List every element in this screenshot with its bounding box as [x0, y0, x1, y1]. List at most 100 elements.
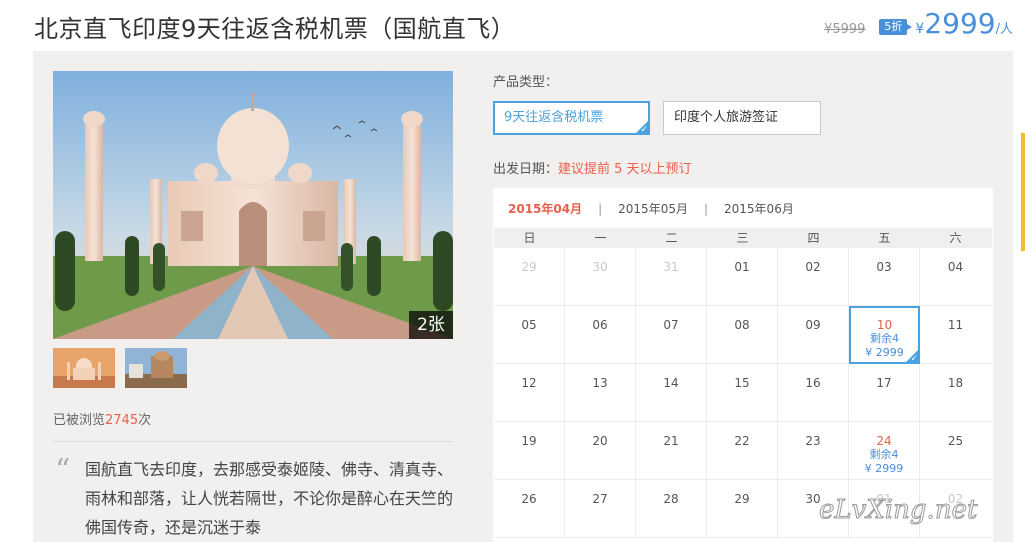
weekday-fri: 五 — [878, 231, 891, 245]
calendar-day: 26 — [494, 480, 565, 538]
calendar-day: 18 — [920, 364, 991, 422]
weekday-wed: 三 — [736, 231, 749, 245]
calendar-day-available[interactable]: 24 剩余4 ¥ 2999 — [849, 422, 920, 480]
check-icon: ✓ — [905, 349, 919, 364]
view-count-prefix: 已被浏览 — [53, 413, 106, 428]
day-number: 04 — [947, 260, 964, 274]
day-number: 07 — [663, 318, 679, 332]
calendar-day: 12 — [494, 364, 565, 422]
calendar-day: 05 — [494, 306, 565, 364]
calendar-day: 22 — [707, 422, 778, 480]
day-number: 09 — [805, 318, 821, 332]
departure-date-label: 出发日期：建议提前 5 天以上预订 — [493, 158, 692, 177]
product-panel: 2张 已被浏览2745次 “ 国航直飞去印度，去那感受泰姬陵、佛寺、清真寺、雨林… — [33, 51, 1013, 542]
view-count-number: 2745 — [105, 413, 139, 428]
calendar-day: 13 — [565, 364, 636, 422]
day-number: 28 — [663, 492, 679, 506]
weekday-header: 日 一 二 三 四 五 六 — [494, 228, 992, 248]
calendar-day: 01 — [707, 248, 778, 306]
currency-symbol: ¥ — [915, 21, 925, 37]
day-number: 02 — [805, 260, 821, 274]
calendar-day: 04 — [920, 248, 991, 306]
day-number: 29 — [734, 492, 750, 506]
departure-label: 出发日期： — [493, 162, 559, 177]
day-number: 18 — [947, 376, 964, 390]
weekday-thu: 四 — [807, 231, 820, 245]
svg-text:eLvXing.net: eLvXing.net — [819, 495, 978, 525]
view-count: 已被浏览2745次 — [53, 409, 151, 428]
tab-month-2015-06[interactable]: 2015年06月 — [724, 200, 794, 217]
discount-badge: 5折 — [879, 19, 913, 35]
site-watermark-logo: eLvXing.net — [819, 495, 979, 526]
thumbnail-2[interactable] — [125, 348, 187, 388]
calendar-day: 06 — [565, 306, 636, 364]
day-number: 01 — [734, 260, 750, 274]
calendar-day: 23 — [778, 422, 849, 480]
weekday-sat: 六 — [949, 231, 962, 245]
month-separator: | — [703, 201, 709, 216]
booking-hint: 建议提前 5 天以上预订 — [558, 162, 692, 177]
day-number: 05 — [521, 318, 537, 332]
thumbnail-1-image — [53, 348, 115, 388]
calendar-day: 25 — [920, 422, 991, 480]
thumbnail-2-image — [125, 348, 187, 388]
day-number: 08 — [734, 318, 750, 332]
calendar-day: 16 — [778, 364, 849, 422]
page-title: 北京直飞印度9天往返含税机票（国航直飞） — [34, 15, 516, 43]
calendar-day: 11 — [920, 306, 991, 364]
day-number: 17 — [876, 376, 892, 390]
calendar-day: 09 — [778, 306, 849, 364]
day-number: 11 — [947, 318, 964, 332]
day-number: 14 — [663, 376, 679, 390]
calendar-day: 07 — [636, 306, 707, 364]
calendar-day: 21 — [636, 422, 707, 480]
calendar-day: 15 — [707, 364, 778, 422]
main-photo[interactable]: 2张 — [53, 71, 453, 339]
day-number: 15 — [734, 376, 750, 390]
calendar-day-available[interactable]: 10 剩余4 ¥ 2999 ✓ — [849, 306, 920, 364]
quote-icon: “ — [55, 453, 71, 488]
day-number: 12 — [521, 376, 537, 390]
option-visa[interactable]: 印度个人旅游签证 — [663, 101, 821, 135]
day-number: 13 — [592, 376, 608, 390]
calendar-day: 14 — [636, 364, 707, 422]
calendar-day: 30 — [565, 248, 636, 306]
day-number: 25 — [947, 434, 964, 448]
calendar-day: 02 — [778, 248, 849, 306]
month-separator: | — [598, 201, 603, 216]
day-number: 21 — [663, 434, 679, 448]
day-number: 03 — [876, 260, 892, 274]
day-number: 26 — [521, 492, 537, 506]
day-number: 06 — [592, 318, 608, 332]
price-unit: /人 — [995, 22, 1013, 37]
taj-mahal-photo — [53, 71, 453, 339]
calendar-day: 31 — [636, 248, 707, 306]
thumbnail-1[interactable] — [53, 348, 115, 388]
day-number: 29 — [521, 260, 537, 274]
original-price: ¥5999 — [824, 22, 866, 37]
price-area: ¥5999 5折 ¥ 2999 /人 — [824, 10, 1013, 42]
month-tabs: 2015年04月 | 2015年05月 | 2015年06月 — [508, 200, 794, 217]
calendar-day: 03 — [849, 248, 920, 306]
calendar-day: 19 — [494, 422, 565, 480]
day-number: 27 — [592, 492, 608, 506]
day-number: 31 — [663, 260, 679, 274]
weekday-sun: 日 — [523, 231, 536, 245]
weekday-tue: 二 — [665, 231, 678, 245]
day-number: 24 — [876, 434, 892, 448]
day-number: 22 — [734, 434, 750, 448]
option-round-trip-ticket[interactable]: 9天往返含税机票 ✓ — [493, 101, 650, 135]
tab-month-2015-04[interactable]: 2015年04月 — [508, 200, 582, 217]
tab-month-2015-05[interactable]: 2015年05月 — [618, 200, 688, 217]
day-number: 10 — [876, 318, 893, 332]
divider — [53, 441, 453, 442]
remaining-seats: 剩余4 — [870, 332, 899, 345]
sale-price: 2999 — [924, 7, 996, 40]
calendar-day: 29 — [707, 480, 778, 538]
check-icon: ✓ — [635, 120, 649, 135]
option-label: 9天往返含税机票 — [504, 110, 604, 125]
option-label: 印度个人旅游签证 — [674, 110, 779, 125]
day-number: 30 — [592, 260, 608, 274]
day-number: 19 — [521, 434, 537, 448]
calendar-day: 29 — [494, 248, 565, 306]
